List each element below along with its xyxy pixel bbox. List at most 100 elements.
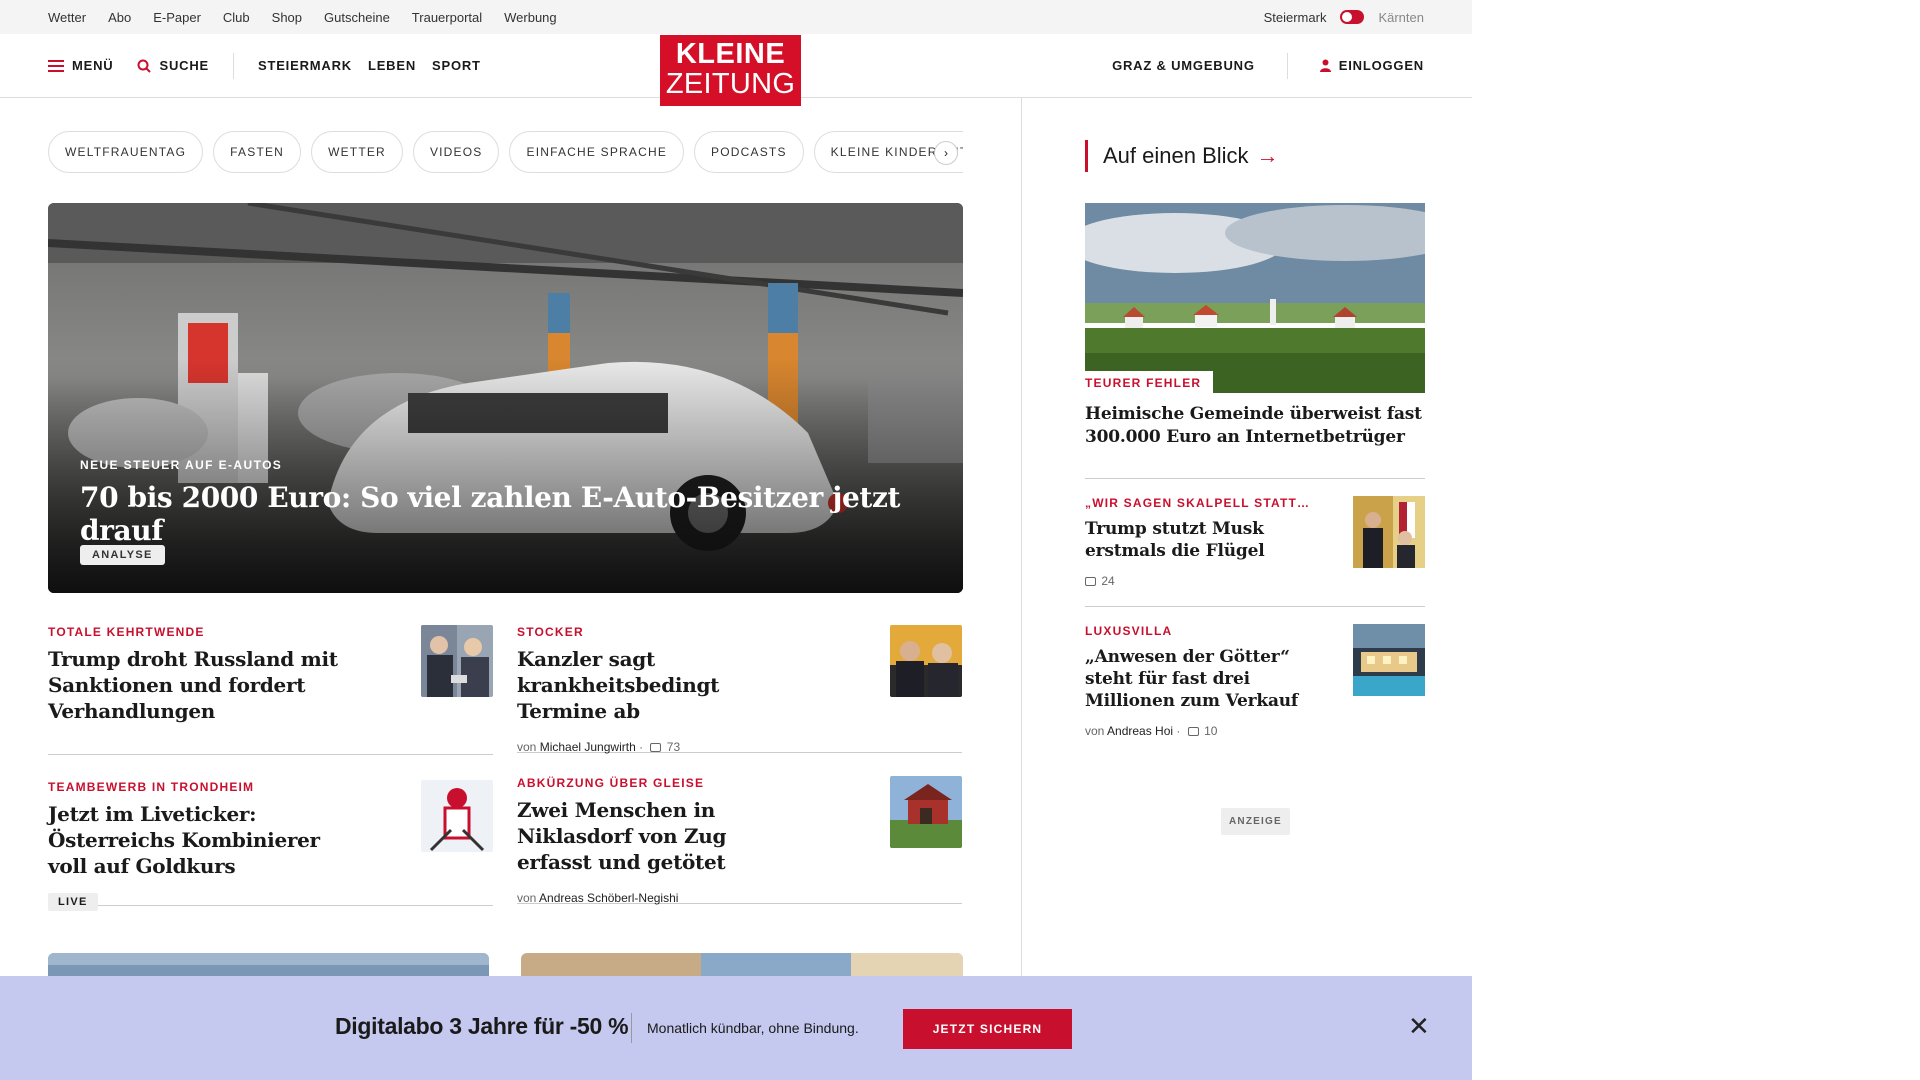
search-button[interactable]: SUCHE [137,58,209,73]
utility-link-wetter[interactable]: Wetter [48,10,86,25]
utility-bar: Wetter Abo E-Paper Club Shop Gutscheine … [0,0,1472,34]
live-badge: LIVE [48,893,98,911]
header-divider [1286,52,1288,79]
menu-label: MENÜ [72,58,114,73]
pill-weltfrauentag[interactable]: WELTFRAUENTAG [48,131,204,173]
nav-sport[interactable]: SPORT [432,58,481,73]
main-header: MENÜ SUCHE STEIERMARK LEBEN SPORT KLEINE… [0,34,1472,106]
sidebar-main-title[interactable]: Heimische Gemeinde überweist fast 300.00… [1085,403,1425,449]
author-prefix: von [517,740,537,754]
pill-wetter[interactable]: WETTER [311,131,403,173]
search-icon [137,59,152,73]
region-kaernten[interactable]: Kärnten [1378,10,1424,25]
sidebar-image [1353,624,1425,696]
site-logo[interactable]: KLEINE ZEITUNG [660,35,801,106]
teaser-image [890,776,962,848]
sidebar-image [1353,496,1425,568]
sidebar-article[interactable]: „WIR SAGEN SKALPELL STATT… Trump stutzt … [1085,496,1425,588]
teaser-title[interactable]: Zwei Menschen in Niklasdorf von Zug erfa… [517,797,807,875]
sidebar-thumbnail[interactable] [1353,496,1425,568]
header-right: GRAZ & UMGEBUNG EINLOGGEN [1112,52,1424,79]
utility-link-trauerportal[interactable]: Trauerportal [412,10,482,25]
search-label: SUCHE [159,58,209,73]
teaser-article[interactable]: ABKÜRZUNG ÜBER GLEISE Zwei Menschen in N… [517,776,962,905]
comment-icon [1187,727,1199,737]
pill-videos[interactable]: VIDEOS [412,131,500,173]
nav-leben[interactable]: LEBEN [368,58,416,73]
ad-label: ANZEIGE [1221,808,1290,835]
pills-next-button[interactable]: › [934,141,958,165]
comment-icon [1085,577,1096,587]
close-icon[interactable]: ✕ [1408,1013,1430,1039]
teaser-title[interactable]: Kanzler sagt krankheitsbedingt Termine a… [517,646,807,724]
author-prefix: von [1085,724,1105,738]
teaser-thumbnail[interactable] [890,776,962,848]
utility-link-abo[interactable]: Abo [108,10,131,25]
hero-badge: ANALYSE [80,545,165,565]
teaser-thumbnail[interactable] [421,780,493,852]
teaser-title[interactable]: Jetzt im Liveticker: Österreichs Kombini… [48,801,338,879]
hero-title[interactable]: 70 bis 2000 Euro: So viel zahlen E-Auto-… [80,481,963,547]
hero-kicker: NEUE STEUER AUF E-AUTOS [80,458,283,472]
login-button[interactable]: EINLOGGEN [1319,58,1424,73]
teaser-meta: von Andreas Schöberl-Negishi [517,891,962,905]
pill-einfache-sprache[interactable]: EINFACHE SPRACHE [509,131,685,173]
sidebar-title[interactable]: „Anwesen der Götter“ steht für fast drei… [1085,646,1315,712]
promo-divider [631,1013,632,1043]
author-name[interactable]: Andreas Hoi [1107,724,1173,738]
teaser-title[interactable]: Trump droht Russland mit Sanktionen und … [48,646,338,724]
region-toggle[interactable] [1340,10,1365,24]
utility-links: Wetter Abo E-Paper Club Shop Gutscheine … [48,10,557,25]
utility-link-gutscheine[interactable]: Gutscheine [324,10,390,25]
promo-cta-button[interactable]: JETZT SICHERN [903,1009,1072,1049]
author-name[interactable]: Andreas Schöberl-Negishi [539,891,678,905]
logo-line-1: KLEINE [675,38,786,70]
sidebar-main-image[interactable]: TEURER FEHLER [1085,203,1425,393]
sidebar-heading[interactable]: Auf einen Blick → [1085,140,1279,172]
sidebar-thumbnail[interactable] [1353,624,1425,696]
hero-article[interactable]: NEUE STEUER AUF E-AUTOS 70 bis 2000 Euro… [48,203,963,593]
teaser-article[interactable]: TEAMBEWERB IN TRONDHEIM Jetzt im Livetic… [48,780,493,911]
sidebar-title[interactable]: Trump stutzt Musk erstmals die Flügel [1085,518,1315,562]
author-name[interactable]: Michael Jungwirth [540,740,636,754]
meta-separator: · [639,740,644,754]
promo-subtitle: Monatlich kündbar, ohne Bindung. [647,1020,859,1036]
teaser-thumbnail[interactable] [421,625,493,697]
teaser-image [890,625,962,697]
user-icon [1319,59,1331,72]
arrow-right-icon: → [1256,143,1279,168]
sidebar-image [1085,203,1425,393]
comment-count[interactable]: 24 [1101,574,1114,588]
sidebar-meta: 24 [1085,574,1425,588]
teaser-thumbnail[interactable] [890,625,962,697]
nav-steiermark[interactable]: STEIERMARK [258,58,352,73]
teaser-meta: von Michael Jungwirth · 73 [517,740,962,754]
menu-button[interactable]: MENÜ [48,58,113,73]
comment-count[interactable]: 10 [1204,724,1217,738]
pill-fasten[interactable]: FASTEN [213,131,302,173]
teaser-article[interactable]: TOTALE KEHRTWENDE Trump droht Russland m… [48,625,493,755]
subscription-promo-bar: Digitalabo 3 Jahre für -50 % Monatlich k… [0,976,1472,1080]
main-column: WELTFRAUENTAG FASTEN WETTER VIDEOS EINFA… [0,98,1022,1080]
hamburger-icon [48,59,64,72]
topic-pills: WELTFRAUENTAG FASTEN WETTER VIDEOS EINFA… [48,131,963,173]
region-steiermark[interactable]: Steiermark [1264,10,1327,25]
utility-link-club[interactable]: Club [223,10,250,25]
pill-podcasts[interactable]: PODCASTS [694,131,804,173]
utility-link-epaper[interactable]: E-Paper [153,10,201,25]
comment-count[interactable]: 73 [667,740,680,754]
promo-title: Digitalabo 3 Jahre für -50 % [335,1013,629,1039]
sidebar-heading-text: Auf einen Blick [1103,143,1249,168]
local-region-link[interactable]: GRAZ & UMGEBUNG [1112,58,1255,73]
page: Wetter Abo E-Paper Club Shop Gutscheine … [0,0,1472,1080]
utility-link-werbung[interactable]: Werbung [504,10,557,25]
utility-link-shop[interactable]: Shop [272,10,302,25]
teaser-image [421,625,493,697]
teaser-article[interactable]: STOCKER Kanzler sagt krankheitsbedingt T… [517,625,962,754]
sidebar-main-kicker: TEURER FEHLER [1085,371,1214,393]
region-switch: Steiermark Kärnten [1264,10,1424,25]
teaser-image [421,780,493,852]
sidebar-article[interactable]: LUXUSVILLA „Anwesen der Götter“ steht fü… [1085,624,1425,738]
login-label: EINLOGGEN [1338,58,1424,73]
meta-separator: · [1176,724,1181,738]
